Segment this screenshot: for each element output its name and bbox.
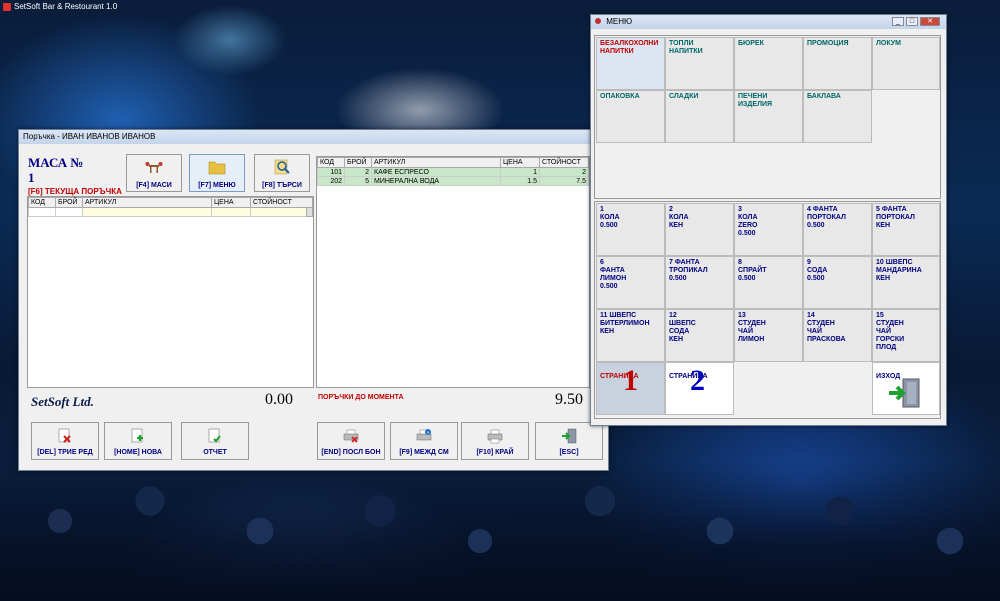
category-sweets[interactable]: СЛАДКИ (665, 90, 734, 143)
menu-window-icon (595, 18, 601, 24)
menu-item[interactable]: 6 ФАНТА ЛИМОН 0.500 (596, 256, 665, 309)
print-icon (487, 429, 503, 444)
tables-icon (145, 162, 163, 173)
maximize-icon[interactable]: □ (906, 17, 918, 26)
exit-door-icon (889, 378, 920, 408)
category-soft-drinks[interactable]: БЕЗАЛКОХОЛНИ НАПИТКИ (596, 37, 665, 90)
table-row[interactable]: 202 5 МИНЕРАЛНА ВОДА 1.5 7.5 (317, 176, 589, 186)
finish-button[interactable]: [F10] КРАЙ (461, 422, 529, 460)
orders-history-grid[interactable]: КОД БРОЙ АРТИКУЛ ЦЕНА СТОЙНОСТ 101 2 КАФ… (316, 156, 590, 388)
exit-menu-button[interactable]: ИЗХОД (872, 362, 940, 415)
history-header-code[interactable]: КОД (317, 157, 345, 168)
menu-item[interactable]: 3 КОЛА ZERO 0.500 (734, 203, 803, 256)
table-row[interactable] (28, 207, 313, 217)
page-1-button[interactable]: СТРАНИЦА 1 (596, 362, 665, 415)
page-1-number: 1 (623, 364, 638, 397)
setsoft-logo: SetSoft Ltd. (31, 394, 94, 409)
menu-item[interactable]: 13 СТУДЕН ЧАЙ ЛИМОН (734, 309, 803, 362)
current-order-text: ТЕКУЩА ПОРЪЧКА (44, 187, 122, 196)
menu-item[interactable]: 14 СТУДЕН ЧАЙ ПРАСКОВА (803, 309, 872, 362)
last-receipt-icon (343, 429, 359, 443)
tables-button-label: [F4] МАСИ (136, 182, 172, 189)
category-baked-goods[interactable]: ПЕЧЕНИ ИЗДЕЛИЯ (734, 90, 803, 143)
menu-item[interactable]: 10 ШВЕПС МАНДАРИНА КЕН (872, 256, 940, 309)
history-header-price[interactable]: ЦЕНА (500, 157, 540, 168)
grid-header-price[interactable]: ЦЕНА (211, 197, 251, 208)
report-label: ОТЧЕТ (203, 449, 227, 456)
orders-so-far-total: 9.50 (555, 391, 583, 408)
app-title: SetSoft Bar & Restourant 1.0 (14, 2, 118, 11)
grid-header-code[interactable]: КОД (28, 197, 56, 208)
menu-item[interactable]: 2 КОЛА КЕН (665, 203, 734, 256)
minimize-icon[interactable]: _ (892, 17, 904, 26)
order-window-titlebar[interactable]: Поръчка - ИВАН ИВАНОВ ИВАНОВ (19, 130, 608, 144)
category-burek[interactable]: БЮРЕК (734, 37, 803, 90)
background-crowd (0, 461, 1000, 601)
order-window-title: Поръчка - ИВАН ИВАНОВ ИВАНОВ (23, 132, 156, 141)
menu-item[interactable]: 7 ФАНТА ТРОПИКАЛ 0.500 (665, 256, 734, 309)
grid-header-qty[interactable]: БРОЙ (55, 197, 83, 208)
app-icon (3, 3, 11, 11)
grid-header-item[interactable]: АРТИКУЛ (82, 197, 212, 208)
interim-bill-label: [F9] МЕЖД СМ (399, 449, 449, 456)
app-titlebar: SetSoft Bar & Restourant 1.0 (0, 0, 1000, 14)
menu-item[interactable]: 11 ШВЕПС БИТЕРЛИМОН КЕН (596, 309, 665, 362)
category-promotion[interactable]: ПРОМОЦИЯ (803, 37, 872, 90)
new-icon (131, 428, 143, 443)
new-order-button[interactable]: [HOME] НОВА (104, 422, 172, 460)
escape-button[interactable]: [ESC] (535, 422, 603, 460)
last-receipt-button[interactable]: [END] ПОСЛ БОН (317, 422, 385, 460)
menu-item[interactable]: 4 ФАНТА ПОРТОКАЛ 0.500 (803, 203, 872, 256)
tables-button[interactable]: [F4] МАСИ (126, 154, 182, 192)
report-icon (208, 428, 221, 443)
finish-label: [F10] КРАЙ (476, 449, 514, 456)
grid-header-total[interactable]: СТОЙНОСТ (250, 197, 313, 208)
current-order-label: [F6] ТЕКУЩА ПОРЪЧКА (28, 187, 122, 196)
grid-scrollbar[interactable] (306, 207, 313, 217)
menu-window: МЕНЮ _ □ ✕ БЕЗАЛКОХОЛНИ НАПИТКИ ТОПЛИ НА… (590, 14, 947, 426)
table-row[interactable]: 101 2 КАФЕ ЕСПРЕСО 1 2 (317, 167, 589, 177)
menu-item[interactable]: 1 КОЛА 0.500 (596, 203, 665, 256)
exit-icon (562, 428, 577, 444)
folder-icon (208, 161, 226, 175)
last-receipt-label: [END] ПОСЛ БОН (321, 449, 381, 456)
menu-window-title: МЕНЮ (606, 17, 633, 26)
menu-item[interactable]: 9 СОДА 0.500 (803, 256, 872, 309)
delete-row-label: [DEL] ТРИЕ РЕД (37, 449, 93, 456)
search-icon (274, 159, 290, 175)
menu-window-titlebar[interactable]: МЕНЮ _ □ ✕ (591, 15, 946, 29)
menu-button[interactable]: [F7] МЕНЮ (189, 154, 245, 192)
history-header-qty[interactable]: БРОЙ (344, 157, 372, 168)
menu-item[interactable]: 8 СПРАЙТ 0.500 (734, 256, 803, 309)
escape-label: [ESC] (559, 449, 579, 456)
page-2-button[interactable]: СТРАНИЦА 2 (665, 362, 734, 415)
menu-item[interactable]: 15 СТУДЕН ЧАЙ ГОРСКИ ПЛОД (872, 309, 940, 362)
category-packaging[interactable]: ОПАКОВКА (596, 90, 665, 143)
current-order-key: [F6] (28, 187, 43, 196)
current-total: 0.00 (265, 391, 293, 408)
category-hot-drinks[interactable]: ТОПЛИ НАПИТКИ (665, 37, 734, 90)
history-header-item[interactable]: АРТИКУЛ (371, 157, 501, 168)
menu-item[interactable]: 12 ШВЕПС СОДА КЕН (665, 309, 734, 362)
search-button[interactable]: [F8] ТЪРСИ (254, 154, 310, 192)
menu-button-label: [F7] МЕНЮ (198, 182, 236, 189)
page-2-number: 2 (690, 364, 705, 397)
menu-item[interactable]: 5 ФАНТА ПОРТОКАЛ КЕН (872, 203, 940, 256)
interim-bill-button[interactable]: [F9] МЕЖД СМ (390, 422, 458, 460)
close-icon[interactable]: ✕ (920, 17, 940, 26)
new-order-label: [HOME] НОВА (114, 449, 162, 456)
delete-row-icon (58, 428, 71, 443)
current-order-grid[interactable]: КОД БРОЙ АРТИКУЛ ЦЕНА СТОЙНОСТ (27, 196, 314, 388)
history-header-total[interactable]: СТОЙНОСТ (539, 157, 589, 168)
orders-so-far-label: ПОРЪЧКИ ДО МОМЕНТА (318, 394, 404, 401)
category-lokum[interactable]: ЛОКУМ (872, 37, 940, 90)
category-baklava[interactable]: БАКЛАВА (803, 90, 872, 143)
search-button-label: [F8] ТЪРСИ (262, 182, 302, 189)
table-number: 1 (28, 170, 35, 185)
interim-bill-icon (416, 429, 432, 441)
delete-row-button[interactable]: [DEL] ТРИЕ РЕД (31, 422, 99, 460)
report-button[interactable]: ОТЧЕТ (181, 422, 249, 460)
table-label: МАСА № (28, 155, 84, 170)
order-window: Поръчка - ИВАН ИВАНОВ ИВАНОВ МАСА № 1 [F… (18, 129, 609, 471)
